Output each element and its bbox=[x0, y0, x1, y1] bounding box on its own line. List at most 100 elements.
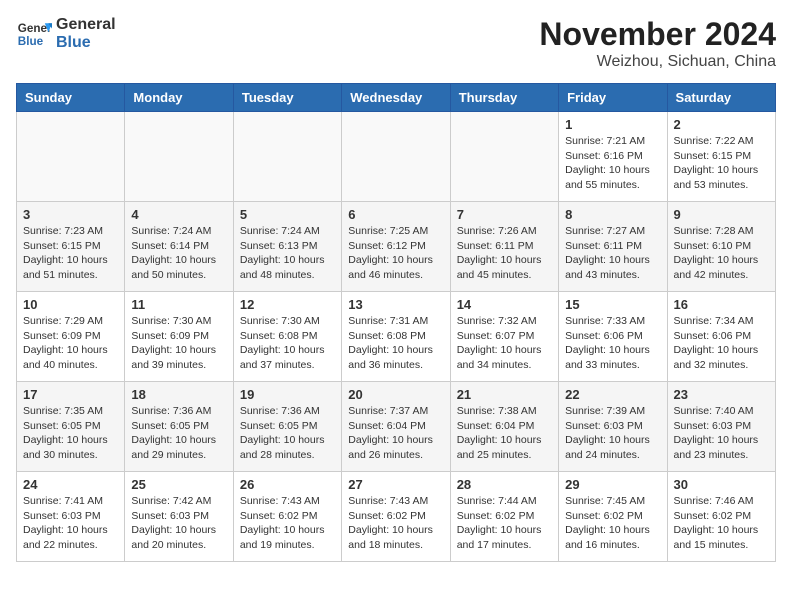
logo-text: General bbox=[56, 16, 116, 34]
day-info: Sunrise: 7:33 AMSunset: 6:06 PMDaylight:… bbox=[565, 314, 660, 373]
day-info: Sunrise: 7:26 AMSunset: 6:11 PMDaylight:… bbox=[457, 224, 552, 283]
calendar-cell-w4d6: 30Sunrise: 7:46 AMSunset: 6:02 PMDayligh… bbox=[667, 472, 775, 562]
calendar-cell-w2d2: 12 Sunrise: 7:30 AMSunset: 6:08 PMDayligh… bbox=[233, 292, 341, 382]
page-header: General Blue General Blue November 2024 … bbox=[16, 16, 776, 71]
calendar-cell-w2d5: 15Sunrise: 7:33 AMSunset: 6:06 PMDayligh… bbox=[559, 292, 667, 382]
day-number: 14 bbox=[457, 297, 552, 312]
calendar-cell-w4d0: 24 Sunrise: 7:41 AMSunset: 6:03 PMDayligh… bbox=[17, 472, 125, 562]
location: Weizhou, Sichuan, China bbox=[539, 53, 776, 71]
logo-subtext: Blue bbox=[56, 34, 116, 52]
calendar-cell-w1d5: 8 Sunrise: 7:27 AMSunset: 6:11 PMDaylight… bbox=[559, 202, 667, 292]
day-number: 29 bbox=[565, 477, 660, 492]
day-number: 9 bbox=[674, 207, 769, 222]
calendar-cell-w0d4 bbox=[450, 112, 558, 202]
day-number: 1 bbox=[565, 117, 660, 132]
day-number: 17 bbox=[23, 387, 118, 402]
day-info: Sunrise: 7:25 AMSunset: 6:12 PMDaylight:… bbox=[348, 224, 443, 283]
day-info: Sunrise: 7:22 AMSunset: 6:15 PMDaylight:… bbox=[674, 134, 769, 193]
day-info: Sunrise: 7:43 AMSunset: 6:02 PMDaylight:… bbox=[240, 494, 335, 553]
day-number: 13 bbox=[348, 297, 443, 312]
logo: General Blue General Blue bbox=[16, 16, 116, 53]
day-number: 11 bbox=[131, 297, 226, 312]
day-info: Sunrise: 7:36 AMSunset: 6:05 PMDaylight:… bbox=[240, 404, 335, 463]
day-info: Sunrise: 7:24 AMSunset: 6:13 PMDaylight:… bbox=[240, 224, 335, 283]
day-number: 23 bbox=[674, 387, 769, 402]
day-number: 5 bbox=[240, 207, 335, 222]
calendar-cell-w4d2: 26 Sunrise: 7:43 AMSunset: 6:02 PMDayligh… bbox=[233, 472, 341, 562]
day-number: 19 bbox=[240, 387, 335, 402]
day-info: Sunrise: 7:30 AMSunset: 6:08 PMDaylight:… bbox=[240, 314, 335, 373]
day-number: 24 bbox=[23, 477, 118, 492]
calendar-cell-w2d6: 16 Sunrise: 7:34 AMSunset: 6:06 PMDayligh… bbox=[667, 292, 775, 382]
day-info: Sunrise: 7:30 AMSunset: 6:09 PMDaylight:… bbox=[131, 314, 226, 373]
day-number: 21 bbox=[457, 387, 552, 402]
day-number: 20 bbox=[348, 387, 443, 402]
calendar-cell-w3d2: 19 Sunrise: 7:36 AMSunset: 6:05 PMDayligh… bbox=[233, 382, 341, 472]
calendar-cell-w4d4: 28 Sunrise: 7:44 AMSunset: 6:02 PMDayligh… bbox=[450, 472, 558, 562]
weekday-header-saturday: Saturday bbox=[667, 84, 775, 112]
calendar-cell-w1d2: 5 Sunrise: 7:24 AMSunset: 6:13 PMDaylight… bbox=[233, 202, 341, 292]
weekday-header-friday: Friday bbox=[559, 84, 667, 112]
calendar-cell-w0d2 bbox=[233, 112, 341, 202]
calendar-cell-w3d6: 23 Sunrise: 7:40 AMSunset: 6:03 PMDayligh… bbox=[667, 382, 775, 472]
weekday-header-thursday: Thursday bbox=[450, 84, 558, 112]
calendar-cell-w2d0: 10 Sunrise: 7:29 AMSunset: 6:09 PMDayligh… bbox=[17, 292, 125, 382]
day-info: Sunrise: 7:23 AMSunset: 6:15 PMDaylight:… bbox=[23, 224, 118, 283]
day-info: Sunrise: 7:31 AMSunset: 6:08 PMDaylight:… bbox=[348, 314, 443, 373]
day-number: 3 bbox=[23, 207, 118, 222]
day-number: 27 bbox=[348, 477, 443, 492]
day-info: Sunrise: 7:42 AMSunset: 6:03 PMDaylight:… bbox=[131, 494, 226, 553]
calendar-cell-w0d3 bbox=[342, 112, 450, 202]
day-number: 22 bbox=[565, 387, 660, 402]
logo-icon: General Blue bbox=[16, 16, 52, 52]
weekday-header-monday: Monday bbox=[125, 84, 233, 112]
day-number: 4 bbox=[131, 207, 226, 222]
month-title: November 2024 bbox=[539, 16, 776, 53]
day-number: 26 bbox=[240, 477, 335, 492]
day-info: Sunrise: 7:39 AMSunset: 6:03 PMDaylight:… bbox=[565, 404, 660, 463]
day-info: Sunrise: 7:24 AMSunset: 6:14 PMDaylight:… bbox=[131, 224, 226, 283]
day-info: Sunrise: 7:32 AMSunset: 6:07 PMDaylight:… bbox=[457, 314, 552, 373]
day-info: Sunrise: 7:29 AMSunset: 6:09 PMDaylight:… bbox=[23, 314, 118, 373]
day-info: Sunrise: 7:34 AMSunset: 6:06 PMDaylight:… bbox=[674, 314, 769, 373]
day-number: 12 bbox=[240, 297, 335, 312]
calendar-cell-w1d4: 7Sunrise: 7:26 AMSunset: 6:11 PMDaylight… bbox=[450, 202, 558, 292]
day-number: 25 bbox=[131, 477, 226, 492]
calendar-cell-w1d0: 3 Sunrise: 7:23 AMSunset: 6:15 PMDaylight… bbox=[17, 202, 125, 292]
day-number: 30 bbox=[674, 477, 769, 492]
day-number: 8 bbox=[565, 207, 660, 222]
day-number: 28 bbox=[457, 477, 552, 492]
calendar-cell-w4d1: 25 Sunrise: 7:42 AMSunset: 6:03 PMDayligh… bbox=[125, 472, 233, 562]
day-info: Sunrise: 7:40 AMSunset: 6:03 PMDaylight:… bbox=[674, 404, 769, 463]
day-info: Sunrise: 7:28 AMSunset: 6:10 PMDaylight:… bbox=[674, 224, 769, 283]
weekday-header-tuesday: Tuesday bbox=[233, 84, 341, 112]
day-info: Sunrise: 7:35 AMSunset: 6:05 PMDaylight:… bbox=[23, 404, 118, 463]
calendar-cell-w0d0 bbox=[17, 112, 125, 202]
calendar-cell-w0d5: 1 Sunrise: 7:21 AMSunset: 6:16 PMDaylight… bbox=[559, 112, 667, 202]
calendar-cell-w1d6: 9 Sunrise: 7:28 AMSunset: 6:10 PMDaylight… bbox=[667, 202, 775, 292]
calendar-cell-w3d5: 22 Sunrise: 7:39 AMSunset: 6:03 PMDayligh… bbox=[559, 382, 667, 472]
title-block: November 2024 Weizhou, Sichuan, China bbox=[539, 16, 776, 71]
day-number: 10 bbox=[23, 297, 118, 312]
day-number: 18 bbox=[131, 387, 226, 402]
day-info: Sunrise: 7:38 AMSunset: 6:04 PMDaylight:… bbox=[457, 404, 552, 463]
day-info: Sunrise: 7:37 AMSunset: 6:04 PMDaylight:… bbox=[348, 404, 443, 463]
calendar-cell-w1d3: 6 Sunrise: 7:25 AMSunset: 6:12 PMDaylight… bbox=[342, 202, 450, 292]
day-info: Sunrise: 7:44 AMSunset: 6:02 PMDaylight:… bbox=[457, 494, 552, 553]
day-info: Sunrise: 7:41 AMSunset: 6:03 PMDaylight:… bbox=[23, 494, 118, 553]
calendar-cell-w4d3: 27Sunrise: 7:43 AMSunset: 6:02 PMDayligh… bbox=[342, 472, 450, 562]
calendar-cell-w0d1 bbox=[125, 112, 233, 202]
day-info: Sunrise: 7:45 AMSunset: 6:02 PMDaylight:… bbox=[565, 494, 660, 553]
calendar-cell-w3d1: 18Sunrise: 7:36 AMSunset: 6:05 PMDayligh… bbox=[125, 382, 233, 472]
day-number: 16 bbox=[674, 297, 769, 312]
day-info: Sunrise: 7:27 AMSunset: 6:11 PMDaylight:… bbox=[565, 224, 660, 283]
calendar-cell-w2d4: 14 Sunrise: 7:32 AMSunset: 6:07 PMDayligh… bbox=[450, 292, 558, 382]
svg-text:Blue: Blue bbox=[18, 35, 44, 48]
day-info: Sunrise: 7:21 AMSunset: 6:16 PMDaylight:… bbox=[565, 134, 660, 193]
calendar-cell-w3d3: 20 Sunrise: 7:37 AMSunset: 6:04 PMDayligh… bbox=[342, 382, 450, 472]
calendar-cell-w4d5: 29 Sunrise: 7:45 AMSunset: 6:02 PMDayligh… bbox=[559, 472, 667, 562]
day-number: 6 bbox=[348, 207, 443, 222]
calendar-cell-w2d1: 11 Sunrise: 7:30 AMSunset: 6:09 PMDayligh… bbox=[125, 292, 233, 382]
calendar-table: SundayMondayTuesdayWednesdayThursdayFrid… bbox=[16, 83, 776, 562]
weekday-header-sunday: Sunday bbox=[17, 84, 125, 112]
